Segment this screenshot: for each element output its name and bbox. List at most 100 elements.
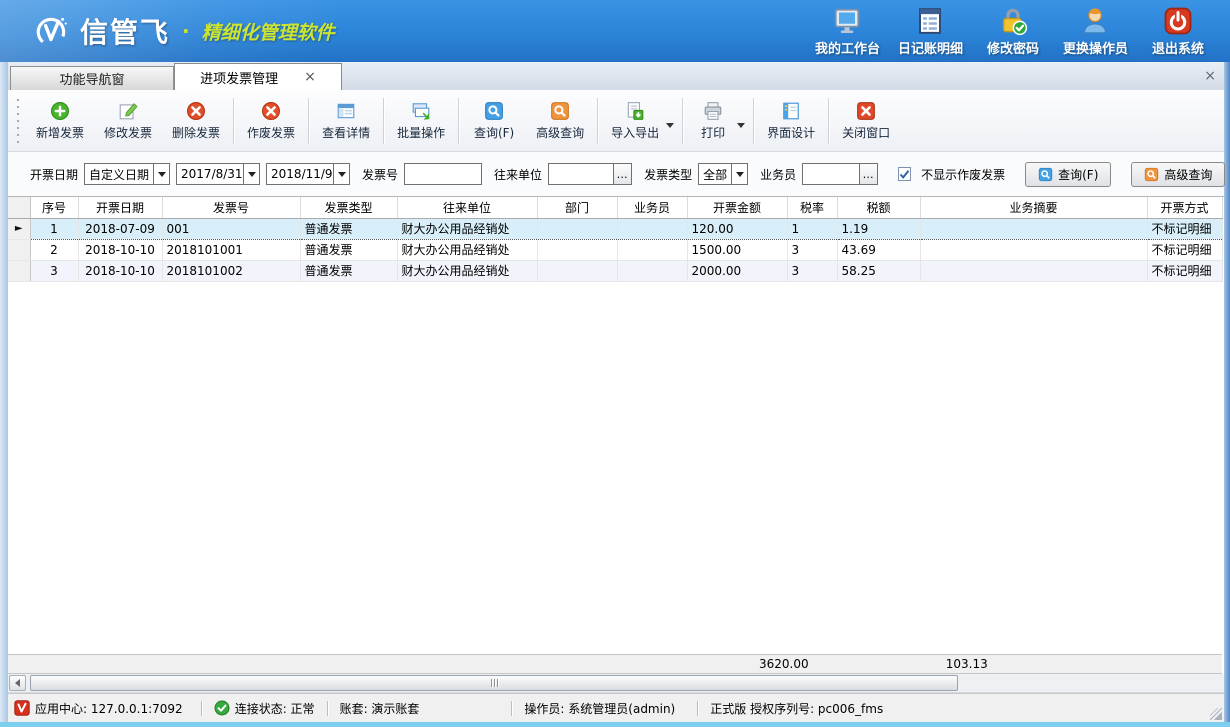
table-cell	[537, 218, 617, 239]
table-cell: 3	[787, 260, 837, 281]
brand-separator: ·	[182, 19, 190, 43]
hide-void-checkbox[interactable]	[898, 167, 911, 181]
header-action-change-operator[interactable]: 更换操作员	[1063, 6, 1128, 57]
column-header[interactable]: 税率	[787, 197, 837, 218]
horizontal-scrollbar[interactable]	[8, 674, 1224, 693]
table-row[interactable]: 3 2018-10-10 2018101002 普通发票 财大办公用品经销处 2…	[8, 260, 1222, 281]
main-content: 功能导航窗 进项发票管理 × × 新增发票	[8, 62, 1224, 722]
row-indicator-icon: ►	[8, 218, 30, 239]
table-row[interactable]: 2 2018-10-10 2018101001 普通发票 财大办公用品经销处 1…	[8, 239, 1222, 260]
toolbar-button-delete-invoice[interactable]: 删除发票	[162, 97, 230, 145]
partner-label: 往来单位	[494, 166, 542, 183]
column-header[interactable]: 开票日期	[78, 197, 162, 218]
toolbar-button-close-window[interactable]: 关闭窗口	[832, 97, 900, 145]
column-header[interactable]: 业务摘要	[920, 197, 1147, 218]
salesman-input[interactable]	[802, 163, 860, 185]
column-header[interactable]: 往来单位	[397, 197, 537, 218]
toolbar-button-label: 修改发票	[104, 124, 152, 141]
scroll-left-button[interactable]	[9, 675, 26, 691]
header-action-my-workbench[interactable]: 我的工作台	[815, 6, 880, 57]
toolbar-button-advanced-query[interactable]: 高级查询	[526, 97, 594, 145]
column-header[interactable]: 开票金额	[687, 197, 787, 218]
table-cell	[920, 260, 1147, 281]
table-cell	[537, 239, 617, 260]
import-export-icon	[625, 101, 645, 121]
tab-close-icon[interactable]: ×	[304, 70, 316, 84]
window-left-edge	[0, 62, 8, 722]
table-cell: 2018101001	[162, 239, 300, 260]
date-from-value: 2017/8/31	[177, 167, 243, 181]
search-orange-icon	[1144, 167, 1159, 182]
header-action-exit-system[interactable]: 退出系统	[1146, 6, 1210, 57]
column-header[interactable]: 税额	[837, 197, 920, 218]
chevron-down-icon	[243, 164, 259, 184]
header-action-label: 退出系统	[1152, 38, 1204, 57]
table-cell	[617, 218, 687, 239]
table-cell: 1	[787, 218, 837, 239]
toolbar-button-view-details[interactable]: 查看详情	[312, 97, 380, 145]
header-action-change-password[interactable]: 修改密码	[981, 6, 1045, 57]
tabbar-close-icon[interactable]: ×	[1204, 68, 1216, 84]
partner-input[interactable]	[548, 163, 614, 185]
toolbar-button-add-invoice[interactable]: 新增发票	[26, 97, 94, 145]
column-header[interactable]: 业务员	[617, 197, 687, 218]
toolbar-button-ui-design[interactable]: 界面设计	[757, 97, 825, 145]
query-button[interactable]: 查询(F)	[1025, 162, 1111, 187]
table-cell: 2018101002	[162, 260, 300, 281]
column-header[interactable]: 序号	[30, 197, 78, 218]
details-icon	[336, 101, 356, 121]
app-window: 信管飞 · 精细化管理软件 我的工作台	[0, 0, 1230, 727]
table-cell: 58.25	[837, 260, 920, 281]
toolbar-button-edit-invoice[interactable]: 修改发票	[94, 97, 162, 145]
tab-function-nav[interactable]: 功能导航窗	[10, 66, 174, 90]
toolbar-button-import-export[interactable]: 导入导出	[601, 97, 679, 145]
status-connection-text: 连接状态: 正常	[235, 700, 315, 717]
salesman-browse-button[interactable]: …	[860, 163, 878, 185]
ledger-icon	[915, 6, 945, 36]
table-cell: 普通发票	[300, 260, 397, 281]
invoice-type-select[interactable]: 全部	[698, 163, 748, 185]
date-to-select[interactable]: 2018/11/9	[266, 163, 350, 185]
partner-browse-button[interactable]: …	[614, 163, 632, 185]
column-header[interactable]: 发票号	[162, 197, 300, 218]
connection-ok-icon	[214, 700, 230, 716]
toolbar-button-print[interactable]: 打印	[686, 97, 750, 145]
column-header[interactable]: 开票方式	[1147, 197, 1222, 218]
table-cell: 120.00	[687, 218, 787, 239]
date-mode-value: 自定义日期	[85, 166, 153, 183]
header-action-label: 更换操作员	[1063, 38, 1128, 57]
toolbar-button-label: 新增发票	[36, 124, 84, 141]
table-cell: 财大办公用品经销处	[397, 260, 537, 281]
toolbar-separator	[308, 98, 309, 144]
filter-bar: 开票日期 自定义日期 2017/8/31 2018/11/9 发票号 往来单位 …	[8, 152, 1224, 196]
table-cell: 财大办公用品经销处	[397, 239, 537, 260]
toolbar-button-batch-operations[interactable]: 批量操作	[387, 97, 455, 145]
summary-tax-total: 103.13	[942, 655, 1035, 674]
date-mode-select[interactable]: 自定义日期	[84, 163, 170, 185]
toolbar-button-label: 关闭窗口	[842, 124, 890, 141]
table-row[interactable]: ► 1 2018-07-09 001 普通发票 财大办公用品经销处 120.00…	[8, 218, 1222, 239]
table-header-row: 序号 开票日期 发票号 发票类型 往来单位 部门 业务员 开票金额 税率 税额 …	[8, 197, 1222, 218]
toolbar-button-query[interactable]: 查询(F)	[462, 97, 526, 145]
advanced-query-button[interactable]: 高级查询	[1131, 162, 1225, 187]
invoice-type-label: 发票类型	[644, 166, 692, 183]
add-icon	[50, 101, 70, 121]
horizontal-scrollbar-thumb[interactable]	[30, 675, 958, 691]
header-action-journal-detail[interactable]: 日记账明细	[898, 6, 963, 57]
invoice-no-input[interactable]	[404, 163, 482, 185]
status-connection: 连接状态: 正常	[214, 700, 315, 717]
status-license: 正式版 授权序列号: pc006_fms	[710, 700, 883, 717]
column-header[interactable]: 发票类型	[300, 197, 397, 218]
resize-grip-icon[interactable]	[1210, 708, 1222, 720]
void-icon	[261, 101, 281, 121]
date-from-select[interactable]: 2017/8/31	[176, 163, 260, 185]
header-action-label: 修改密码	[987, 38, 1039, 57]
invoice-type-value: 全部	[699, 166, 731, 183]
tab-input-invoice-management[interactable]: 进项发票管理 ×	[174, 63, 342, 90]
column-header[interactable]: 部门	[537, 197, 617, 218]
toolbar-grip-icon[interactable]	[16, 99, 20, 143]
status-operator-text: 操作员: 系统管理员(admin)	[524, 700, 675, 717]
print-icon	[703, 101, 723, 121]
toolbar-button-void-invoice[interactable]: 作废发票	[237, 97, 305, 145]
table-cell: 2000.00	[687, 260, 787, 281]
